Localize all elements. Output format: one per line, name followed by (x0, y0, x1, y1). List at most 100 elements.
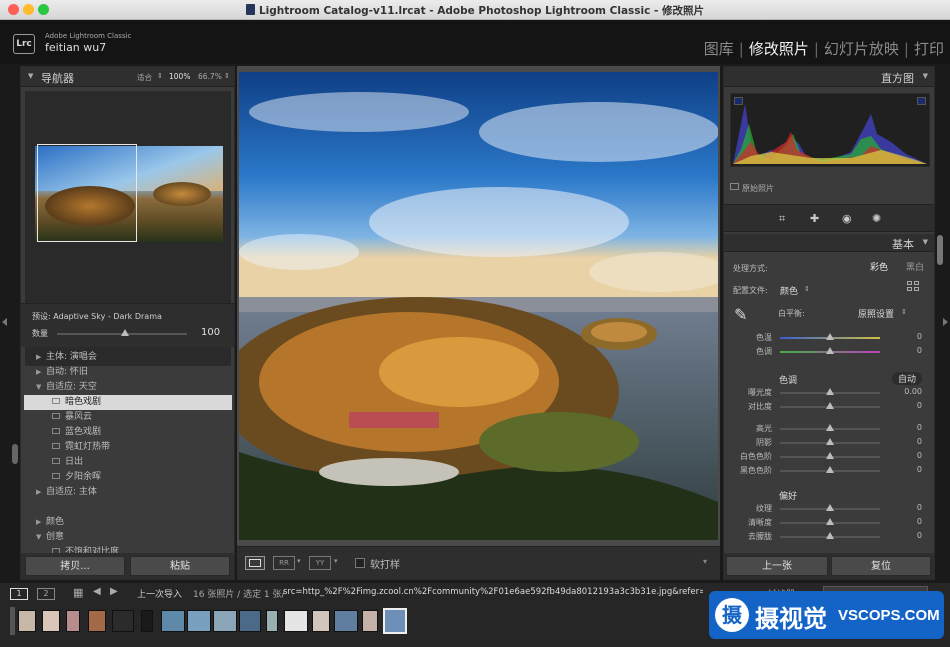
secondary-display-button[interactable]: 2 (37, 588, 55, 600)
preset-item[interactable] (24, 500, 232, 515)
grid-view-icon[interactable]: ▦ (73, 586, 83, 599)
loupe-view-icon[interactable] (245, 556, 265, 570)
white-balance-eyedropper-icon[interactable]: ✎ (734, 305, 747, 324)
source-label[interactable]: 上一次导入 (137, 587, 182, 600)
left-panel-toggle-icon[interactable] (2, 318, 7, 326)
thumbnail-1[interactable] (18, 610, 36, 632)
module-slideshow[interactable]: 幻灯片放映 (824, 38, 899, 59)
slider-value[interactable]: 0 (892, 437, 922, 446)
histogram[interactable] (730, 93, 930, 167)
basic-header[interactable]: 基本 ▼ (724, 234, 934, 252)
thumbnail-6[interactable] (141, 610, 153, 632)
show-original-checkbox[interactable] (730, 183, 739, 190)
wb-dropdown-icon[interactable]: ⇕ (901, 308, 907, 316)
preset-item[interactable]: 霓虹灯热带 (24, 440, 232, 455)
slider-value[interactable]: 0 (892, 503, 922, 512)
reset-button[interactable]: 复位 (831, 556, 931, 576)
module-develop[interactable]: 修改照片 (749, 38, 809, 59)
thumbnail-8[interactable] (187, 610, 211, 632)
wb-value[interactable]: 原照设置 (858, 307, 894, 320)
slider-value[interactable]: 0 (892, 401, 922, 410)
slider-value[interactable]: 0.00 (892, 387, 922, 396)
left-scrollbar[interactable] (12, 444, 18, 464)
histogram-header[interactable]: 直方图 ▼ (724, 67, 934, 87)
treatment-color[interactable]: 彩色 (870, 260, 888, 273)
collapsed-triangle-icon[interactable]: ▶ (36, 485, 46, 500)
thumbnail-14[interactable] (334, 610, 358, 632)
forward-arrow-icon[interactable]: ▶ (110, 586, 118, 597)
slider-value[interactable]: 0 (892, 451, 922, 460)
paste-settings-button[interactable]: 粘贴 (130, 556, 230, 576)
healing-icon[interactable]: ✚ (810, 212, 819, 225)
navigator-header[interactable]: ▼ 导航器 适合 ⇕ 100% 66.7% ⇕ (21, 67, 234, 87)
preset-item[interactable]: ▶ 自适应: 主体 (24, 485, 232, 500)
module-print[interactable]: 打印 (914, 38, 944, 59)
collapsed-triangle-icon[interactable]: ▶ (36, 350, 46, 365)
slider-knob[interactable] (826, 518, 834, 525)
back-arrow-icon[interactable]: ◀ (93, 586, 101, 597)
navigator-view-frame[interactable] (37, 144, 137, 242)
thumbnail-5[interactable] (112, 610, 134, 632)
slider-knob[interactable] (826, 424, 834, 431)
thumbnail-11[interactable] (266, 610, 278, 632)
preset-item[interactable]: ▼ 自适应: 天空 (24, 380, 232, 395)
profile-dropdown-icon[interactable]: ⇕ (804, 285, 810, 293)
crop-icon[interactable]: ⌗ (779, 212, 785, 226)
soft-proof-checkbox[interactable] (355, 558, 365, 568)
slider-knob[interactable] (826, 504, 834, 511)
slider-knob[interactable] (826, 466, 834, 473)
slider-knob[interactable] (826, 333, 834, 340)
collapsed-triangle-icon[interactable]: ▶ (36, 365, 46, 380)
slider-value[interactable]: 0 (892, 517, 922, 526)
thumbnail-16-selected[interactable] (383, 608, 407, 634)
slider-value[interactable]: 0 (892, 465, 922, 474)
toolbar-menu-icon[interactable]: ▾ (703, 557, 707, 566)
module-library[interactable]: 图库 (704, 38, 734, 59)
thumbnail-4[interactable] (88, 610, 106, 632)
main-photo[interactable] (239, 72, 718, 540)
masking-icon[interactable]: ✺ (872, 212, 881, 225)
slider-value[interactable]: 0 (892, 531, 922, 540)
right-panel-toggle-icon[interactable] (943, 318, 948, 326)
slider-value[interactable]: 0 (892, 346, 922, 355)
amount-value[interactable]: 100 (201, 327, 220, 338)
slider-value[interactable]: 0 (892, 423, 922, 432)
preset-item[interactable]: 蓝色戏剧 (24, 425, 232, 440)
preset-item[interactable]: 暴风云 (24, 410, 232, 425)
collapsed-triangle-icon[interactable]: ▶ (36, 515, 46, 530)
preset-item[interactable]: ▶ 自动: 怀旧 (24, 365, 232, 380)
preset-item[interactable]: 夕阳余晖 (24, 470, 232, 485)
primary-display-button[interactable]: 1 (10, 588, 28, 600)
thumbnail-2[interactable] (42, 610, 60, 632)
zoom-fit[interactable]: 适合 (137, 72, 152, 83)
thumbnail-7[interactable] (161, 610, 185, 632)
zoom-100[interactable]: 100% (169, 72, 190, 81)
red-eye-icon[interactable]: ◉ (842, 212, 852, 225)
thumbnail-12[interactable] (284, 610, 308, 632)
slider-knob[interactable] (826, 388, 834, 395)
before-after-tb-dropdown-icon[interactable]: ▾ (334, 557, 338, 565)
thumbnail-15[interactable] (362, 610, 378, 632)
previous-button[interactable]: 上一张 (726, 556, 828, 576)
slider-knob[interactable] (826, 402, 834, 409)
slider-value[interactable]: 0 (892, 332, 922, 341)
thumbnail-9[interactable] (213, 610, 237, 632)
profile-browser-icon[interactable] (907, 281, 921, 293)
thumbnail-13[interactable] (312, 610, 330, 632)
treatment-bw[interactable]: 黑白 (906, 260, 924, 273)
copy-settings-button[interactable]: 拷贝... (25, 556, 125, 576)
preset-item[interactable]: ▶ 颜色 (24, 515, 232, 530)
expanded-triangle-icon[interactable]: ▼ (36, 380, 46, 395)
amount-slider-knob[interactable] (120, 329, 129, 336)
right-scrollbar[interactable] (937, 235, 943, 265)
profile-value[interactable]: 颜色 (780, 284, 798, 297)
before-after-lr-icon[interactable]: RR (273, 556, 295, 570)
zoom-custom[interactable]: 66.7% (198, 72, 222, 81)
auto-tone-button[interactable]: 自动 (892, 372, 923, 385)
slider-knob[interactable] (826, 347, 834, 354)
preset-item[interactable]: ▼ 创意 (24, 530, 232, 545)
slider-knob[interactable] (826, 438, 834, 445)
thumbnail-3[interactable] (66, 610, 80, 632)
preset-item[interactable]: 日出 (24, 455, 232, 470)
preset-item-selected[interactable]: 暗色戏剧 (24, 395, 232, 410)
